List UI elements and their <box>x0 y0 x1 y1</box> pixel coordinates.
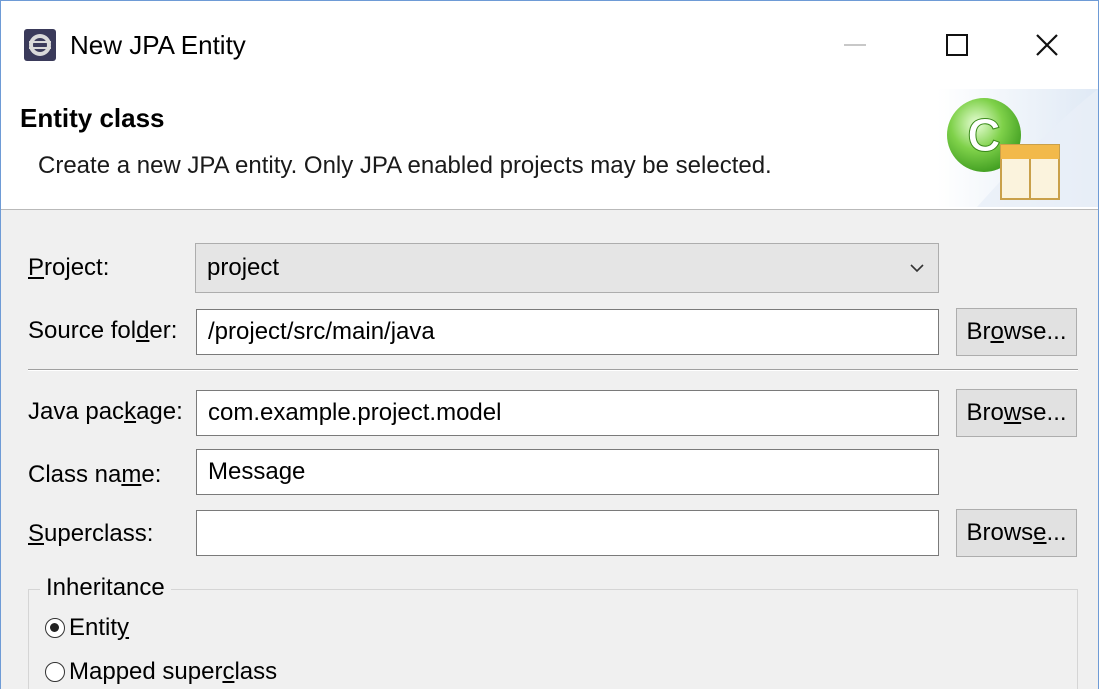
java-package-browse-button[interactable]: Browse... <box>956 389 1077 437</box>
class-name-input[interactable] <box>197 450 938 494</box>
page-title: Entity class <box>20 103 165 133</box>
minimize-icon <box>844 44 866 46</box>
project-combo-value: project <box>207 254 280 281</box>
page-description: Create a new JPA entity. Only JPA enable… <box>38 152 772 179</box>
dialog-window: New JPA Entity Entity class Create a new… <box>0 0 1099 689</box>
project-combo[interactable]: project <box>195 243 939 293</box>
maximize-icon <box>946 34 968 56</box>
superclass-input[interactable] <box>197 511 938 555</box>
title-bar: New JPA Entity <box>1 1 1098 89</box>
wizard-header: Entity class Create a new JPA entity. On… <box>1 89 1098 210</box>
class-name-label: Class name: <box>28 461 162 488</box>
radio-entity-label: Entity <box>69 614 130 641</box>
source-folder-label: Source folder: <box>28 317 178 344</box>
radio-entity[interactable]: Entity <box>45 611 129 645</box>
java-package-label: Java package: <box>28 398 183 425</box>
source-folder-browse-button[interactable]: Browse... <box>956 308 1077 356</box>
radio-mapped-superclass[interactable]: Mapped superclass <box>45 655 277 689</box>
svg-text:C: C <box>967 109 1000 161</box>
radio-selected-indicator[interactable] <box>45 618 65 638</box>
class-name-field[interactable] <box>196 449 939 495</box>
superclass-field[interactable] <box>196 510 939 556</box>
source-folder-input[interactable] <box>197 310 938 354</box>
chevron-down-icon <box>910 264 924 273</box>
separator <box>28 369 1078 371</box>
superclass-browse-button[interactable]: Browse... <box>956 509 1077 557</box>
jpa-entity-wizard-icon: C <box>937 89 1098 207</box>
window-title: New JPA Entity <box>70 30 246 60</box>
inheritance-legend: Inheritance <box>40 571 171 605</box>
minimize-button[interactable] <box>825 23 885 67</box>
eclipse-icon <box>24 29 56 61</box>
superclass-label: Superclass: <box>28 520 154 547</box>
project-label: Project: <box>28 254 110 281</box>
close-button[interactable] <box>1017 23 1077 67</box>
java-package-field[interactable] <box>196 390 939 436</box>
wizard-form: Project: project Source folder: Browse..… <box>1 209 1098 689</box>
radio-unselected-indicator[interactable] <box>45 662 65 682</box>
radio-mapped-superclass-label: Mapped superclass <box>69 658 278 685</box>
close-icon <box>1036 34 1058 56</box>
source-folder-field[interactable] <box>196 309 939 355</box>
java-package-input[interactable] <box>197 391 938 435</box>
maximize-button[interactable] <box>927 23 987 67</box>
